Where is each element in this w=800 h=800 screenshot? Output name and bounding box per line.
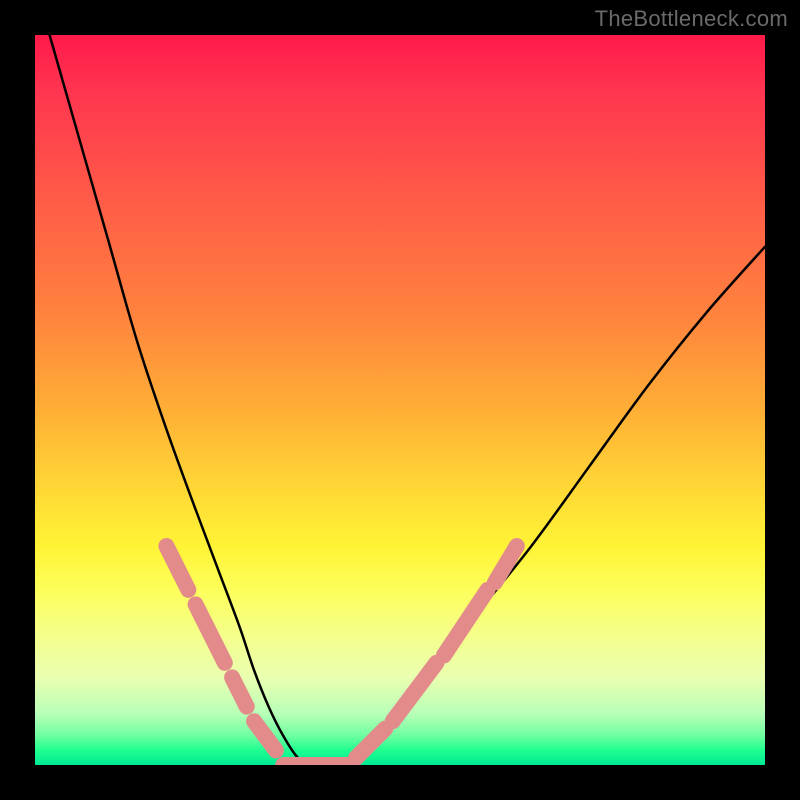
highlight-segment [254,721,276,750]
watermark-text: TheBottleneck.com [595,6,788,32]
highlight-overlay [166,546,516,765]
chart-svg [35,35,765,765]
curve-line [50,35,765,765]
highlight-segment [166,546,188,590]
highlight-segment [196,604,225,662]
highlight-segment [393,663,437,721]
highlight-segment [356,729,385,758]
highlight-segment [495,546,517,583]
highlight-segment [232,677,247,706]
highlight-segment [444,590,488,656]
plot-area [35,35,765,765]
chart-frame: TheBottleneck.com [0,0,800,800]
bottleneck-curve [50,35,765,765]
